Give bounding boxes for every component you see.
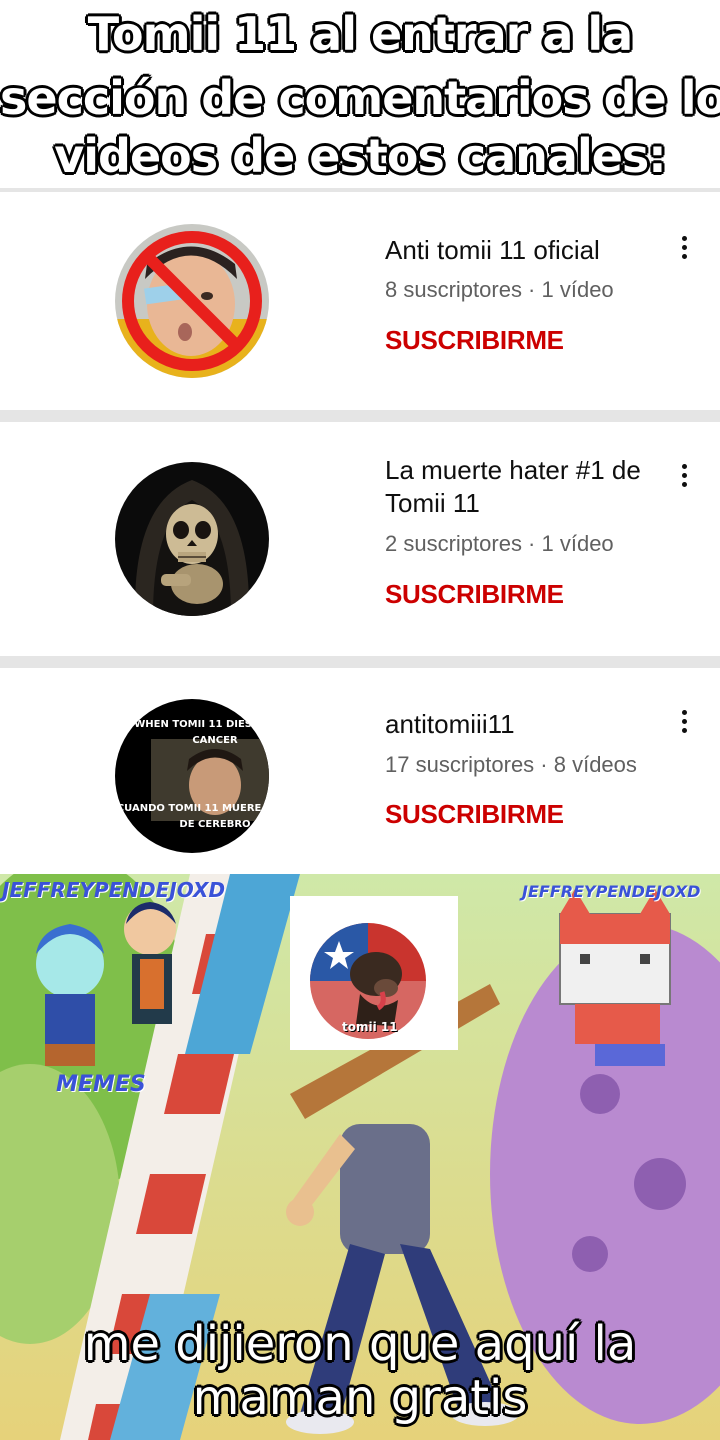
watermark-right: JEFFREYPENDEJOXD — [522, 882, 701, 901]
channel-stats: 2 suscriptores · 1 vídeo — [385, 531, 614, 556]
channel-stats: 17 suscriptores · 8 vídeos — [385, 752, 637, 777]
thumb-text-bottom-2: DE CEREBRO — [179, 819, 250, 830]
caption-line-3: videos de estos canales: — [54, 129, 666, 183]
subscribe-button[interactable]: SUSCRIBIRME — [385, 325, 564, 356]
subscribe-button[interactable]: SUSCRIBIRME — [385, 799, 564, 830]
tomii-logo-inset: tomii 11 — [290, 896, 458, 1050]
channel-name[interactable]: antitomiii11 — [385, 708, 660, 741]
channel-stats: 8 suscriptores · 1 vídeo — [385, 277, 614, 302]
divider — [0, 656, 720, 668]
caption-line-1: Tomii 11 al entrar a la — [87, 7, 633, 61]
channel-name-line-2[interactable]: Tomii 11 — [385, 487, 660, 520]
meme-caption-line-2: maman gratis — [192, 1370, 528, 1426]
thumb-text-top-2: CANCER — [192, 735, 238, 746]
channel-avatar-grim-reaper-icon[interactable] — [115, 462, 269, 616]
channel-avatar-meme-thumbnail-icon[interactable]: E WHEN TOMII 11 DIES FI CANCER O CUANDO … — [115, 699, 269, 853]
watermark-left: JEFFREYPENDEJOXD — [2, 878, 226, 902]
channel-name[interactable]: Anti tomii 11 oficial — [385, 234, 660, 267]
meme-caption-line-1: me dijieron que aquí la — [83, 1316, 637, 1372]
thumb-text-bottom: O CUANDO TOMII 11 MUERE D — [115, 803, 269, 814]
subscribe-button[interactable]: SUSCRIBIRME — [385, 579, 564, 610]
thumb-text-top: E WHEN TOMII 11 DIES FI — [124, 719, 266, 730]
channel-card[interactable]: E WHEN TOMII 11 DIES FI CANCER O CUANDO … — [0, 668, 720, 874]
more-options-icon[interactable] — [672, 462, 696, 492]
channel-avatar-no-symbol-icon[interactable] — [115, 224, 269, 378]
channel-name-line-1[interactable]: La muerte hater #1 de — [385, 454, 660, 487]
channel-card[interactable]: La muerte hater #1 de Tomii 11 2 suscrip… — [0, 422, 720, 656]
caption-line-2: sección de comentarios de los — [0, 71, 720, 125]
meme-image: JEFFREYPENDEJOXD JEFFREYPENDEJOXD MEMES … — [0, 874, 720, 1440]
divider — [0, 410, 720, 422]
more-options-icon[interactable] — [672, 234, 696, 264]
memes-label: MEMES — [56, 1072, 146, 1097]
more-options-icon[interactable] — [672, 708, 696, 738]
channel-card[interactable]: Anti tomii 11 oficial 8 suscriptores · 1… — [0, 192, 720, 410]
inset-label: tomii 11 — [342, 1020, 398, 1034]
meme-top-caption: Tomii 11 al entrar a la sección de comen… — [0, 0, 720, 188]
